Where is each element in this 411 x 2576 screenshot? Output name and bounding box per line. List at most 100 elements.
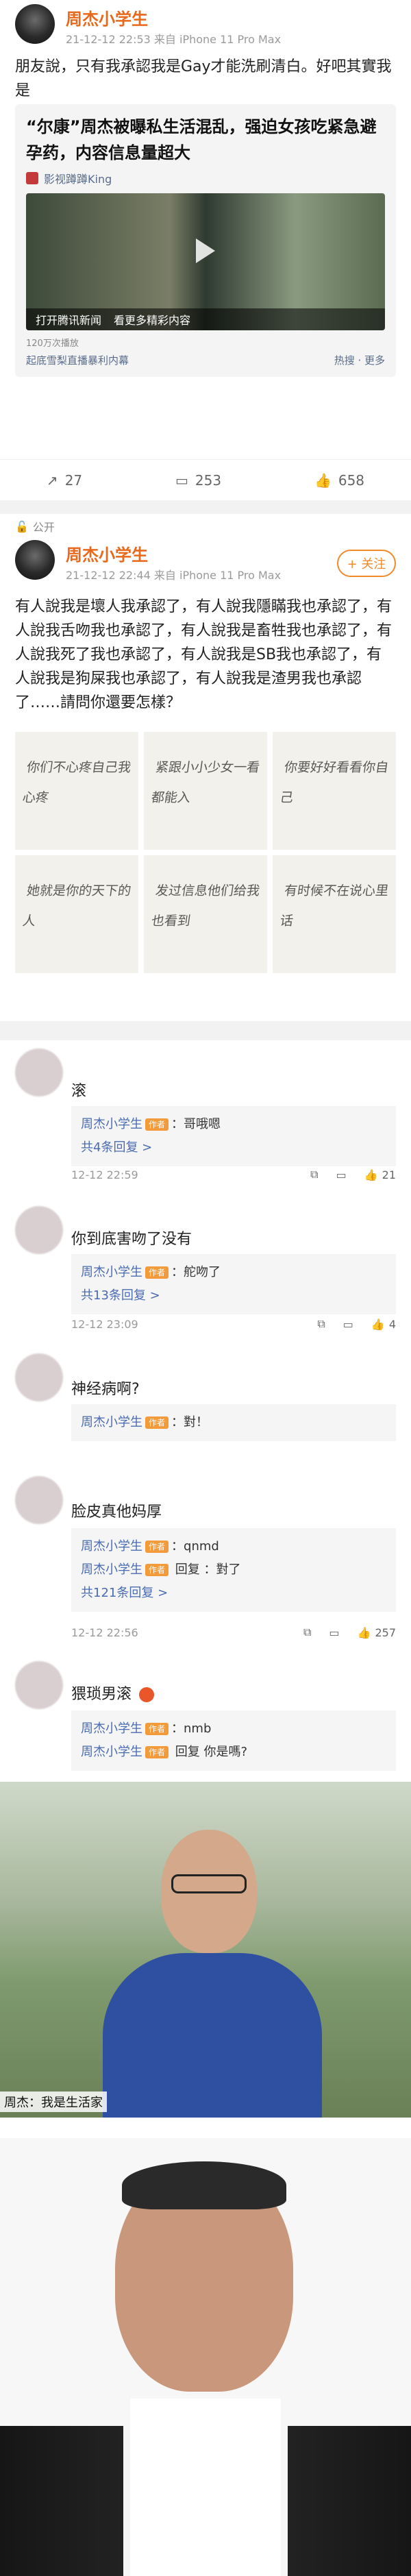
post-avatar[interactable] [15, 540, 55, 580]
shared-article-card[interactable]: “尔康”周杰被曝私生活混乱，强迫女孩吃紧急避孕药，内容信息量超大 影视蹲蹲Kin… [15, 104, 396, 377]
photo-handwriting: 紧跟小小少女一看都能入 [150, 760, 261, 805]
video-caption-right: 看更多精彩内容 [114, 314, 191, 327]
share-source-name: 影视蹲蹲King [44, 173, 112, 186]
glasses-shape [171, 1874, 247, 1893]
grid-photo[interactable]: 发过信息他们给我也看到 [144, 855, 267, 973]
reply-author[interactable]: 周杰小学生 [81, 1265, 142, 1279]
more-replies-link[interactable]: 共121条回复 > [81, 1582, 386, 1605]
author-tag: 作者 [145, 1746, 169, 1758]
comment-item: 神经病啊? 周杰小学生 作者 ：對！ [0, 1347, 411, 1456]
comment-like-count: 257 [375, 1626, 396, 1639]
like-button[interactable]: 👍 658 [314, 472, 364, 489]
repost-button[interactable]: ↗ 27 [47, 472, 82, 489]
share-source[interactable]: 影视蹲蹲King [26, 170, 385, 186]
comment-reply-icon[interactable]: ▭ [329, 1626, 339, 1639]
like-icon: 👍 [364, 1168, 378, 1181]
comment-icon: ▭ [175, 471, 188, 489]
comment-text-content: 猥琐男滚 [71, 1686, 132, 1703]
comment-like-button[interactable]: 👍 257 [358, 1626, 396, 1639]
post-text: 朋友說，只有我承認我是Gay才能洗刷清白。好吧其實我是 [15, 58, 392, 99]
photo-handwriting: 她就是你的天下的人 [21, 883, 132, 929]
reply-content: ：對！ [171, 1415, 209, 1430]
photo-suit [0, 2426, 411, 2576]
comment-like-count: 21 [382, 1168, 396, 1181]
more-replies-link[interactable]: 共4条回复 > [81, 1136, 386, 1160]
photo-handwriting: 有时候不在说心里话 [279, 883, 390, 929]
photo-grid: 你们不心疼自己我心疼 紧跟小小少女一看都能入 你要好好看看你自己 她就是你的天下… [15, 732, 396, 973]
video-caption-bar: 打开腾讯新闻 看更多精彩内容 [26, 308, 385, 330]
post-text: 有人說我是壞人我承認了，有人說我隱瞞我也承認了，有人說我舌吻我也承認了，有人說我… [15, 598, 393, 711]
comment-like-button[interactable]: 👍 21 [364, 1168, 396, 1181]
like-icon: 👍 [314, 471, 332, 489]
comment-footer: 12-12 22:59 ⧉ ▭ 👍 21 [71, 1168, 396, 1181]
like-icon: 👍 [371, 1317, 385, 1331]
reply-content: ：舵吻了 [171, 1265, 221, 1279]
reply-author[interactable]: 周杰小学生 [81, 1745, 142, 1759]
post-2: 🔓 公开 周杰小学生 21-12-12 22:44 来自 iPhone 11 P… [0, 514, 411, 994]
author-tag: 作者 [145, 1564, 169, 1576]
reply-box[interactable]: 周杰小学生 作者 ：哥哦嗯 共4条回复 > [71, 1106, 396, 1166]
grid-photo[interactable]: 她就是你的天下的人 [15, 855, 138, 973]
reply-line: 周杰小学生 作者 ：對！ [81, 1411, 386, 1434]
lock-icon: 🔓 [15, 519, 29, 533]
reply-box[interactable]: 周杰小学生 作者 ：nmb 周杰小学生 作者 回复 你是嗎? [71, 1710, 396, 1771]
photo-handwriting: 你要好好看看你自己 [279, 760, 390, 805]
man-photo-suit [0, 2138, 411, 2576]
comment-avatar[interactable] [15, 1661, 63, 1709]
grid-photo[interactable]: 紧跟小小少女一看都能入 [144, 732, 267, 850]
post-avatar[interactable] [15, 4, 55, 44]
comment-avatar[interactable] [15, 1048, 63, 1096]
grid-photo[interactable]: 有时候不在说心里话 [273, 855, 396, 973]
reply-author[interactable]: 周杰小学生 [81, 1721, 142, 1736]
comment-like-button[interactable]: 👍 4 [371, 1318, 396, 1331]
reply-line: 周杰小学生 作者 回复 你是嗎? [81, 1741, 386, 1764]
post-1: 周杰小学生 21-12-12 22:53 来自 iPhone 11 Pro Ma… [0, 0, 411, 500]
reply-line: 周杰小学生 作者 ：哥哦嗯 [81, 1113, 386, 1136]
comment-avatar[interactable] [15, 1353, 63, 1401]
comment-avatar[interactable] [15, 1476, 63, 1524]
reply-content: ：qnmd [171, 1539, 219, 1554]
comment-avatar[interactable] [15, 1206, 63, 1254]
repost-count: 27 [64, 471, 83, 489]
comment-text: 猥琐男滚 [71, 1682, 155, 1704]
reply-author[interactable]: 周杰小学生 [81, 1539, 142, 1554]
reply-author[interactable]: 周杰小学生 [81, 1562, 142, 1577]
reply-box[interactable]: 周杰小学生 作者 ：舵吻了 共13条回复 > [71, 1254, 396, 1314]
photo-handwriting: 发过信息他们给我也看到 [150, 883, 261, 929]
reply-author[interactable]: 周杰小学生 [81, 1415, 142, 1430]
author-tag: 作者 [145, 1723, 169, 1735]
comment-reply-icon[interactable]: ▭ [336, 1168, 347, 1181]
reply-content: 回复 你是嗎? [171, 1745, 248, 1759]
comment-button[interactable]: ▭ 253 [175, 472, 221, 489]
grid-photo[interactable]: 你要好好看看你自己 [273, 732, 396, 850]
like-count: 658 [338, 471, 365, 489]
comment-text: 脸皮真他妈厚 [71, 1504, 162, 1521]
more-replies-link[interactable]: 共13条回复 > [81, 1284, 386, 1308]
comment-item: 滚 周杰小学生 作者 ：哥哦嗯 共4条回复 > 12-12 22:59 ⧉ ▭ 👍 2… [0, 1042, 411, 1199]
grid-photo[interactable]: 你们不心疼自己我心疼 [15, 732, 138, 850]
reply-author[interactable]: 周杰小学生 [81, 1117, 142, 1131]
reply-icon[interactable]: ⧉ [317, 1317, 325, 1331]
reply-content: ：哥哦嗯 [171, 1117, 221, 1131]
hot-search-more[interactable]: 热搜 · 更多 [334, 353, 385, 367]
hot-search-row[interactable]: 起底雪梨直播暴利内幕 热搜 · 更多 [26, 353, 385, 367]
comment-reply-icon[interactable]: ▭ [343, 1318, 353, 1331]
post-username[interactable]: 周杰小学生 [66, 541, 148, 565]
man-photo-blue-shirt: 周杰：我是生活家 [0, 1782, 411, 2118]
reply-line: 周杰小学生 作者 ：qnmd [81, 1535, 386, 1558]
reply-icon[interactable]: ⧉ [310, 1168, 318, 1181]
photo-caption: 周杰：我是生活家 [0, 2092, 107, 2112]
photo-handwriting: 你们不心疼自己我心疼 [21, 760, 132, 805]
video-thumbnail[interactable]: 打开腾讯新闻 看更多精彩内容 [26, 193, 385, 330]
play-icon[interactable] [196, 238, 215, 263]
reply-box[interactable]: 周杰小学生 作者 ：qnmd 周杰小学生 作者 回复 ：對了 共121条回复 > [71, 1528, 396, 1612]
follow-button[interactable]: + 关注 [337, 550, 396, 577]
comment-text: 滚 [71, 1083, 87, 1100]
hot-search-item[interactable]: 起底雪梨直播暴利内幕 [26, 353, 129, 367]
reply-box[interactable]: 周杰小学生 作者 ：對！ [71, 1404, 396, 1441]
reply-icon[interactable]: ⧉ [303, 1626, 311, 1639]
post-meta: 21-12-12 22:53 来自 iPhone 11 Pro Max [66, 33, 282, 46]
post-username[interactable]: 周杰小学生 [66, 5, 148, 29]
comment-footer: 12-12 23:09 ⧉ ▭ 👍 4 [71, 1317, 396, 1331]
comment-count: 253 [195, 471, 222, 489]
